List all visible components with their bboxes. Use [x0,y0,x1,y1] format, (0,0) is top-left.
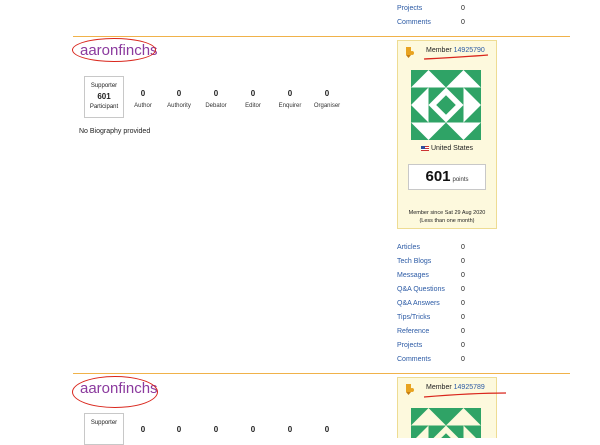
member-award-icon [406,47,414,58]
badge-count: 0 [287,89,293,98]
badge-count: 0 [213,425,219,434]
stat-label[interactable]: Q&A Questions [397,286,445,293]
stat-value: 0 [461,258,465,265]
badge-editor[interactable]: 0 Editor [238,89,268,109]
badge-organiser[interactable]: 0 [312,425,342,434]
member-card: Member 14925790 United States 601 points… [397,40,497,229]
us-flag-icon [420,145,429,151]
member-number-value: 14925789 [453,384,485,391]
member-award-icon [406,384,414,395]
badge-author[interactable]: 0 Author [128,89,158,109]
stat-value: 0 [461,314,465,321]
badge-count: 0 [250,89,256,98]
stat-label[interactable]: Projects [397,342,422,349]
badge-editor[interactable]: 0 [238,425,268,434]
badge-author[interactable]: 0 [128,425,158,434]
badge-count: 601 [97,92,111,101]
annotation-underline [423,392,507,398]
member-number: Member 14925789 [426,384,485,391]
member-since: Member since Sat 29 Aug 2020 (Less than … [398,209,496,225]
identicon-avatar[interactable] [411,408,481,438]
member-number: Member 14925790 [426,47,485,54]
badge-authority[interactable]: 0 Authority [164,89,194,109]
badge-enquirer[interactable]: 0 Enquirer [275,89,305,109]
stat-value: 0 [461,272,465,279]
stat-label[interactable]: Projects [397,5,422,12]
stat-value: 0 [461,356,465,363]
supporter-badge[interactable]: Supporter 601 Participant [84,76,124,118]
badge-label: Enquirer [278,103,302,109]
member-card: Member 14925789 [397,377,507,438]
badge-enquirer[interactable]: 0 [275,425,305,434]
stat-value: 0 [461,342,465,349]
profile-divider [73,36,570,37]
badge-count: 0 [176,89,182,98]
badge-count: 0 [287,425,293,434]
identicon-avatar[interactable] [411,70,481,140]
annotation-circle [72,376,158,408]
stat-value: 0 [461,300,465,307]
stat-value: 0 [461,5,465,12]
stat-label[interactable]: Tech Blogs [397,258,431,265]
badge-authority[interactable]: 0 [164,425,194,434]
stat-label[interactable]: Reference [397,328,429,335]
stat-label[interactable]: Q&A Answers [397,300,440,307]
badge-label: Editor [245,103,261,109]
member-since-date: Member since Sat 29 Aug 2020 [408,210,486,216]
stat-label[interactable]: Comments [397,19,431,26]
stat-label[interactable]: Tips/Tricks [397,314,430,321]
annotation-underline [423,54,489,60]
country-label: United States [430,145,474,152]
member-since-duration: (Less than one month) [419,218,475,224]
badge-count: 0 [324,425,330,434]
badge-label: Organiser [313,103,341,109]
badge-title: Supporter [90,83,118,89]
annotation-circle [72,38,156,62]
member-country: United States [398,145,496,152]
badge-label: Author [134,103,152,109]
badge-title: Supporter [90,420,118,426]
stat-value: 0 [461,244,465,251]
stat-value: 0 [461,286,465,293]
stat-label[interactable]: Comments [397,356,431,363]
badge-count: 0 [324,89,330,98]
stat-label[interactable]: Messages [397,272,429,279]
member-label: Member [426,384,452,391]
badge-count: 0 [140,425,146,434]
supporter-badge[interactable]: Supporter [84,413,124,445]
badge-debator[interactable]: 0 Debator [201,89,231,109]
member-label: Member [426,47,452,54]
stat-value: 0 [461,19,465,26]
badge-count: 0 [213,89,219,98]
biography-text: No Biography provided [79,128,151,135]
points-value: 601 [425,168,451,185]
points-box: 601 points [408,164,486,190]
badge-organiser[interactable]: 0 Organiser [312,89,342,109]
badge-count: 0 [176,425,182,434]
stat-value: 0 [461,328,465,335]
badge-count: 0 [250,425,256,434]
badge-label: Authority [167,103,191,109]
stat-label[interactable]: Articles [397,244,420,251]
badge-subtitle: Participant [89,104,119,110]
points-unit: points [452,177,469,183]
badge-label: Debator [205,103,227,109]
badge-count: 0 [140,89,146,98]
member-number-value: 14925790 [453,47,485,54]
badge-debator[interactable]: 0 [201,425,231,434]
profile-divider [73,373,570,374]
